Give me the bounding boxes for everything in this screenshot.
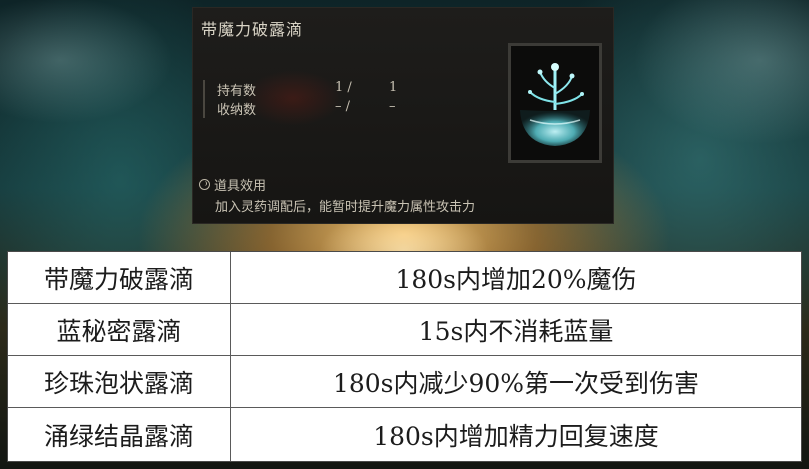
tear-name-cell: 蓝秘密露滴 bbox=[8, 304, 231, 355]
effect-heading-row: 道具效用 bbox=[199, 175, 475, 194]
stat-row-held: 持有数 1 / 1 bbox=[205, 80, 405, 99]
tear-name-cell: 珍珠泡状露滴 bbox=[8, 356, 231, 407]
tear-effect-cell: 180s内增加20%魔伤 bbox=[395, 264, 637, 294]
effect-description: 加入灵药调配后，能暂时提升魔力属性攻击力 bbox=[215, 200, 476, 215]
effect-swirl-icon bbox=[199, 179, 210, 190]
item-icon-frame bbox=[508, 43, 602, 163]
table-row: 珍珠泡状露滴 180s内减少90%第一次受到伤害 bbox=[8, 356, 801, 408]
stat-value-held-max: 1 bbox=[389, 80, 398, 95]
item-title: 带魔力破露滴 bbox=[201, 20, 304, 39]
stat-value-held-current: 1 / bbox=[335, 80, 352, 95]
effect-heading: 道具效用 bbox=[214, 179, 267, 194]
stat-label-stored: 收纳数 bbox=[217, 103, 257, 118]
table-row: 蓝秘密露滴 15s内不消耗蓝量 bbox=[8, 304, 801, 356]
item-stats: 持有数 1 / 1 收纳数 – / – bbox=[203, 80, 405, 118]
tear-effect-cell: 180s内增加精力回复速度 bbox=[373, 421, 659, 451]
item-detail-card: 带魔力破露滴 持有数 1 / 1 收纳数 – / – 道具效用 加入灵药调配后，… bbox=[193, 8, 613, 223]
game-screen: 带魔力破露滴 持有数 1 / 1 收纳数 – / – 道具效用 加入灵药调配后，… bbox=[0, 0, 809, 469]
table-row: 涌绿结晶露滴 180s内增加精力回复速度 bbox=[8, 408, 801, 461]
tear-effect-cell: 15s内不消耗蓝量 bbox=[418, 316, 614, 346]
stat-row-stored: 收纳数 – / – bbox=[205, 99, 405, 118]
stat-value-stored-max: – bbox=[389, 99, 396, 114]
tear-name-cell: 涌绿结晶露滴 bbox=[8, 408, 231, 461]
tear-effect-cell: 180s内减少90%第一次受到伤害 bbox=[332, 368, 700, 398]
item-effect: 道具效用 加入灵药调配后，能暂时提升魔力属性攻击力 bbox=[199, 175, 475, 215]
table-row: 带魔力破露滴 180s内增加20%魔伤 bbox=[8, 252, 801, 304]
tears-table: 带魔力破露滴 180s内增加20%魔伤 蓝秘密露滴 15s内不消耗蓝量 珍珠泡状… bbox=[7, 251, 802, 462]
stat-value-stored-current: – / bbox=[335, 99, 351, 114]
tear-name-cell: 带魔力破露滴 bbox=[8, 252, 231, 303]
crystal-tear-icon bbox=[520, 63, 590, 146]
stat-label-held: 持有数 bbox=[217, 84, 257, 99]
